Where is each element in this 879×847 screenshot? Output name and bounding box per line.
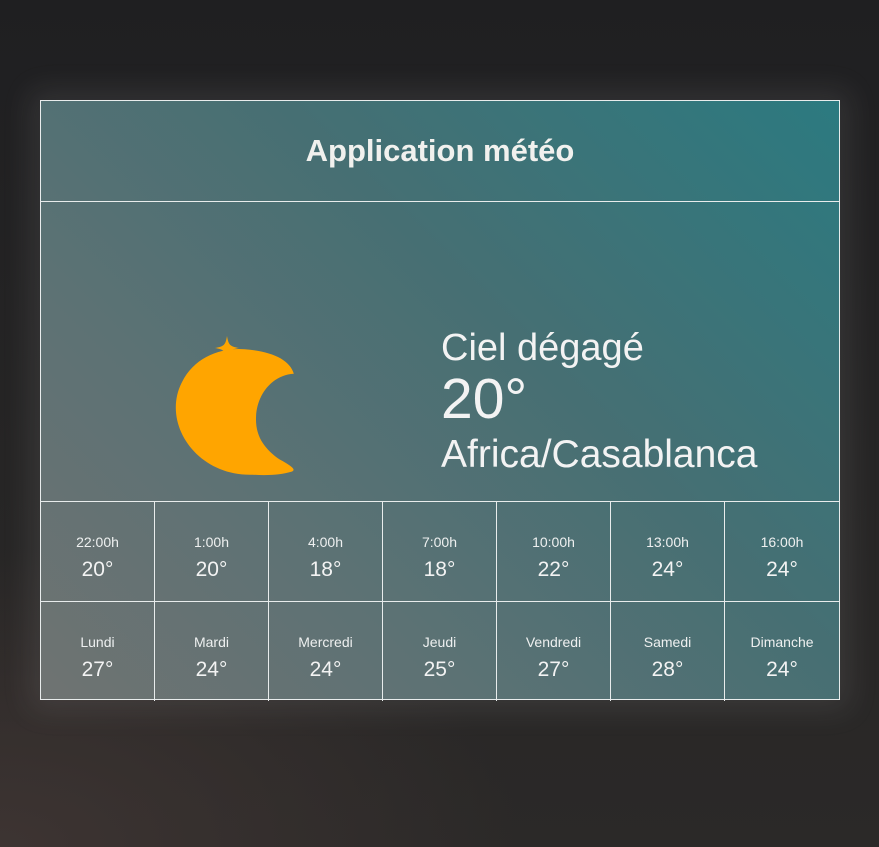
- hourly-temp: 18°: [309, 558, 342, 581]
- daily-temp: 24°: [309, 658, 342, 681]
- current-temperature: 20°: [441, 367, 528, 431]
- hourly-temp: 24°: [766, 558, 798, 581]
- daily-item: Lundi 27°: [41, 602, 155, 701]
- daily-temp: 27°: [537, 658, 570, 681]
- daily-temp: 24°: [766, 658, 798, 681]
- crescent-moon-stars-icon-shapes: [175, 336, 294, 476]
- hourly-temp: 22°: [537, 558, 570, 581]
- hourly-temp: 24°: [651, 558, 684, 581]
- hourly-temp: 18°: [423, 558, 456, 581]
- hourly-item: 13:00h 24°: [611, 502, 725, 601]
- app-title: Application météo: [305, 133, 575, 168]
- hourly-temp: 20°: [195, 558, 228, 581]
- current-info: Ciel dégagé 20° Africa/Casablanca: [441, 326, 758, 482]
- daily-temp: 27°: [81, 658, 114, 681]
- daily-day: Samedi: [643, 634, 692, 650]
- daily-day: Dimanche: [750, 634, 814, 650]
- daily-day: Mercredi: [298, 634, 353, 650]
- daily-item: Jeudi 25°: [383, 602, 497, 701]
- hourly-time: 1:00h: [193, 534, 230, 550]
- daily-forecast: Lundi 27° Mardi 24° Mercredi 24° Jeudi 2…: [41, 602, 839, 701]
- hourly-time: 22:00h: [76, 534, 119, 550]
- daily-temp: 28°: [651, 658, 684, 681]
- daily-day: Lundi: [80, 634, 115, 650]
- hourly-item: 16:00h 24°: [725, 502, 839, 601]
- hourly-item: 7:00h 18°: [383, 502, 497, 601]
- daily-item: Samedi 28°: [611, 602, 725, 701]
- hourly-item: 22:00h 20°: [41, 502, 155, 601]
- hourly-item: 4:00h 18°: [269, 502, 383, 601]
- crescent-moon-stars-icon: [175, 336, 294, 476]
- weather-app: Application météo Ciel dégagé 20° Africa…: [40, 100, 840, 701]
- daily-day: Jeudi: [422, 634, 457, 650]
- hourly-time: 4:00h: [307, 534, 344, 550]
- hourly-time: 7:00h: [421, 534, 458, 550]
- hourly-time: 10:00h: [532, 534, 575, 550]
- hourly-temp: 20°: [81, 558, 114, 581]
- daily-item: Dimanche 24°: [725, 602, 839, 701]
- current-weather: Ciel dégagé 20° Africa/Casablanca: [41, 202, 839, 502]
- hourly-time: 13:00h: [646, 534, 689, 550]
- location-name: Africa/Casablanca: [441, 433, 758, 476]
- hourly-forecast: 22:00h 20° 1:00h 20° 4:00h 18° 7:00h 18°…: [41, 502, 839, 602]
- weather-condition: Ciel dégagé: [441, 327, 644, 369]
- hourly-item: 10:00h 22°: [497, 502, 611, 601]
- daily-item: Mercredi 24°: [269, 602, 383, 701]
- daily-temp: 24°: [195, 658, 228, 681]
- daily-day: Mardi: [193, 634, 229, 650]
- hourly-item: 1:00h 20°: [155, 502, 269, 601]
- daily-item: Vendredi 27°: [497, 602, 611, 701]
- daily-item: Mardi 24°: [155, 602, 269, 701]
- hourly-time: 16:00h: [760, 534, 804, 550]
- daily-day: Vendredi: [525, 634, 582, 650]
- daily-temp: 25°: [423, 658, 456, 681]
- app-header: Application météo: [41, 101, 839, 202]
